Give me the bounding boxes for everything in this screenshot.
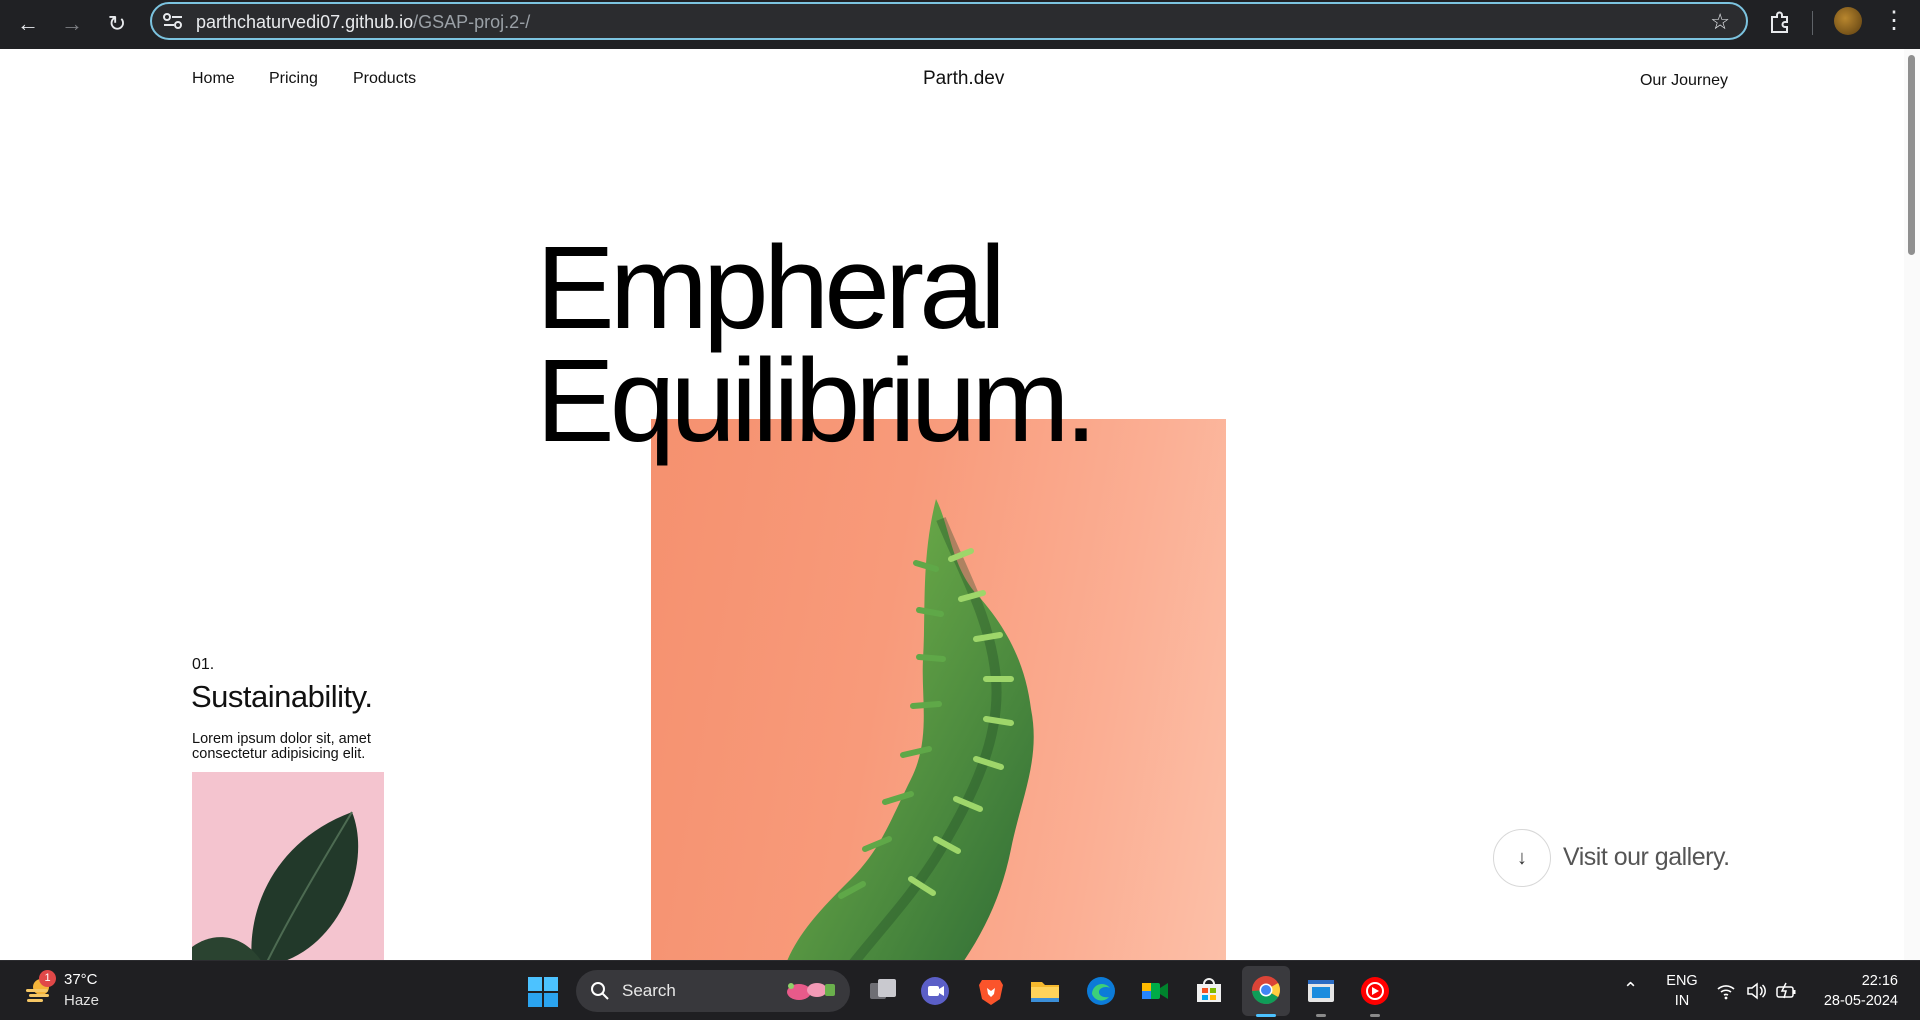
- nav-products-link[interactable]: Products: [353, 70, 416, 88]
- chrome-icon: [1252, 976, 1280, 1005]
- leaf-illustration: [192, 811, 359, 960]
- search-label: Search: [622, 981, 676, 1000]
- scrollbar-thumb[interactable]: [1908, 55, 1915, 255]
- page-scrollbar[interactable]: [1904, 49, 1920, 960]
- chrome-active-indicator: [1256, 1014, 1276, 1017]
- visit-gallery-link[interactable]: Visit our gallery.: [1563, 843, 1730, 872]
- search-highlight-icon: [787, 983, 835, 1000]
- web-page: Home Pricing Products Parth.dev Our Jour…: [0, 49, 1920, 960]
- youtube-music-icon[interactable]: [1358, 974, 1392, 1008]
- region-code: IN: [1674, 993, 1690, 1009]
- system-clock[interactable]: 22:16 28-05-2024: [1824, 971, 1898, 1011]
- taskbar: 1 37°C Haze Search ⌃ ENG IN 22:16 28-05-…: [0, 960, 1920, 1020]
- language-indicator[interactable]: ENG IN: [1662, 971, 1702, 1011]
- weather-notification-badge: 1: [39, 970, 56, 987]
- address-bar[interactable]: parthchaturvedi07.github.io/GSAP-proj.2-…: [150, 2, 1748, 40]
- youtube-music-indicator: [1370, 1014, 1380, 1017]
- extensions-icon[interactable]: [1767, 9, 1793, 35]
- weather-condition[interactable]: Haze: [64, 992, 99, 1009]
- feature-number: 01.: [192, 656, 215, 673]
- weather-temperature[interactable]: 37°C: [64, 971, 98, 988]
- profile-avatar[interactable]: [1834, 7, 1862, 35]
- hero-title-line-1: Empheral: [536, 222, 1006, 354]
- feature-description: Lorem ipsum dolor sit, amet consectetur …: [192, 731, 371, 762]
- google-meet-icon[interactable]: [1138, 974, 1172, 1008]
- nav-pricing-link[interactable]: Pricing: [269, 70, 318, 88]
- taskbar-search[interactable]: Search: [576, 970, 850, 1012]
- reload-button[interactable]: ↻: [101, 8, 133, 40]
- search-icon: [591, 982, 609, 1000]
- url-host: parthchaturvedi07.github.io: [196, 12, 414, 32]
- hero-plant-image: [651, 419, 1226, 960]
- brand-logo-text[interactable]: Parth.dev: [923, 68, 1004, 90]
- more-menu-icon[interactable]: ⋮: [1882, 6, 1906, 36]
- our-journey-link[interactable]: Our Journey: [1640, 72, 1728, 90]
- leaf-image: [192, 772, 384, 960]
- battery-charging-icon[interactable]: [1776, 982, 1796, 1000]
- plant-illustration: [787, 499, 1034, 960]
- hero-title-line-2: Equilibrium.: [536, 335, 1097, 467]
- url-path: /GSAP-proj.2-/: [413, 12, 531, 32]
- brave-browser-icon[interactable]: [974, 974, 1008, 1008]
- toolbar-divider: [1812, 11, 1813, 35]
- clock-time: 22:16: [1861, 973, 1898, 989]
- hero-title: Empheral Equilibrium.: [536, 222, 1097, 467]
- nav-home-link[interactable]: Home: [192, 70, 235, 88]
- microsoft-store-icon[interactable]: [1192, 974, 1226, 1008]
- feature-title: Sustainability.: [191, 679, 373, 714]
- window-app-indicator: [1316, 1014, 1326, 1017]
- teams-meet-icon[interactable]: [918, 974, 952, 1008]
- back-button[interactable]: ←: [12, 8, 44, 40]
- site-info-icon[interactable]: [162, 12, 184, 30]
- chrome-taskbar-button[interactable]: [1242, 966, 1290, 1016]
- edge-browser-icon[interactable]: [1084, 974, 1118, 1008]
- browser-toolbar: ← → ↻ parthchaturvedi07.github.io/GSAP-p…: [0, 0, 1920, 49]
- file-explorer-icon[interactable]: [1028, 974, 1062, 1008]
- wifi-icon[interactable]: [1716, 982, 1736, 1000]
- window-app-icon[interactable]: [1304, 974, 1338, 1008]
- show-hidden-icons-chevron-icon[interactable]: ⌃: [1623, 979, 1638, 1000]
- bookmark-star-icon[interactable]: ☆: [1710, 9, 1730, 35]
- clock-date: 28-05-2024: [1823, 993, 1898, 1009]
- task-view-icon[interactable]: [866, 974, 900, 1008]
- gallery-arrow-down-icon[interactable]: ↓: [1493, 829, 1551, 887]
- volume-icon[interactable]: [1746, 982, 1766, 1000]
- url-text[interactable]: parthchaturvedi07.github.io/GSAP-proj.2-…: [196, 12, 530, 33]
- windows-start-icon[interactable]: [528, 977, 558, 1007]
- language-code: ENG: [1666, 973, 1698, 989]
- forward-button[interactable]: →: [56, 8, 88, 40]
